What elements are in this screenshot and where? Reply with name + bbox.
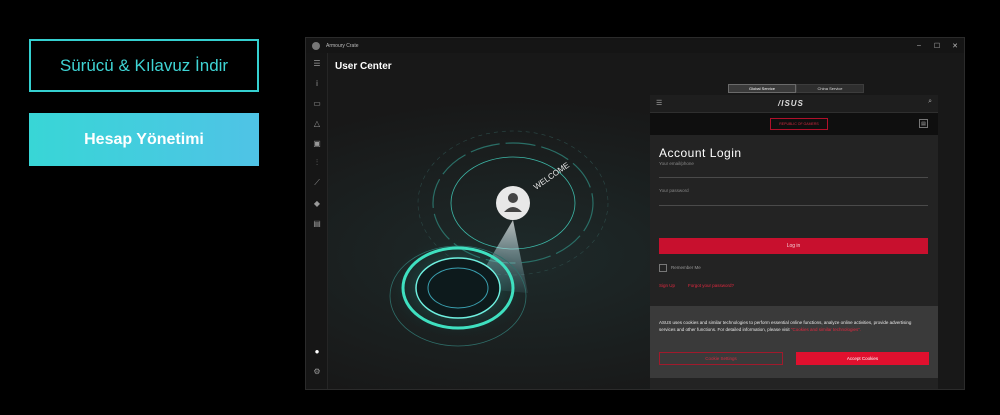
page-title: User Center [335,61,392,72]
title-bar: Armoury Crate [306,38,964,53]
rog-menu-icon[interactable]: ▤ [919,119,928,128]
password-field[interactable]: Your password [659,188,689,193]
accept-cookies-button[interactable]: Accept Cookies [796,352,929,365]
gamevisual-icon[interactable]: ▣ [311,137,323,149]
equalizer-icon[interactable]: ⫶ [311,157,323,169]
email-field[interactable]: Your email/phone [659,161,694,166]
main-content: User Center WELCOME Global Service China… [328,53,964,389]
cookie-settings-button[interactable]: Cookie Settings [659,352,783,365]
app-title: Armoury Crate [326,42,359,49]
app-logo-icon [312,41,320,50]
remember-me-label: Remember Me [671,265,701,270]
tab-global-service[interactable]: Global Service [728,84,796,93]
forgot-password-link[interactable]: Forgot your password? [688,283,734,288]
library-icon[interactable]: ▤ [311,217,323,229]
cookie-text: ASUS uses cookies and similar technologi… [659,320,929,333]
cookie-message: ASUS uses cookies and similar technologi… [659,320,912,332]
cookie-banner: ASUS uses cookies and similar technologi… [650,306,938,378]
user-icon[interactable]: ● [311,345,323,357]
settings-gear-icon[interactable]: ⚙ [311,365,323,377]
tab-china-service[interactable]: China Service [796,84,864,93]
password-underline [659,205,928,206]
rog-banner: REPUBLIC OF GAMERS ▤ [650,113,938,135]
welcome-hologram-illustration: WELCOME [388,130,609,347]
tools-icon[interactable]: ⟋ [311,177,323,189]
aura-icon[interactable]: △ [311,117,323,129]
search-icon[interactable]: ⌕ [928,98,932,106]
login-button[interactable]: Log in [659,238,928,254]
asus-logo: /ISUS [778,99,804,108]
cookie-policy-link[interactable]: "Cookies and similar technologies". [791,327,861,332]
sign-up-link[interactable]: Sign Up [659,283,675,288]
tag-icon[interactable]: ◆ [311,197,323,209]
menu-icon[interactable]: ☰ [311,57,323,69]
welcome-text: WELCOME [532,161,571,192]
close-button[interactable]: ✕ [944,38,964,53]
rog-logo: REPUBLIC OF GAMERS [770,118,828,130]
info-icon[interactable]: i [311,77,323,89]
app-window: Armoury Crate – ☐ ✕ ☰ i ▭ △ ▣ ⫶ ⟋ ◆ ▤ ● … [305,37,965,390]
hamburger-menu-icon[interactable]: ☰ [656,99,662,107]
panel-header: ☰ /ISUS ⌕ [650,95,938,113]
remember-me-checkbox[interactable] [659,264,667,272]
email-underline [659,177,928,178]
device-icon[interactable]: ▭ [311,97,323,109]
service-tabs: Global Service China Service [728,84,864,93]
download-drivers-button[interactable]: Sürücü & Kılavuz İndir [29,39,259,92]
login-title: Account Login [659,146,742,160]
account-management-button[interactable]: Hesap Yönetimi [29,113,259,166]
sidebar-rail: ☰ i ▭ △ ▣ ⫶ ⟋ ◆ ▤ ● ⚙ [306,53,328,389]
